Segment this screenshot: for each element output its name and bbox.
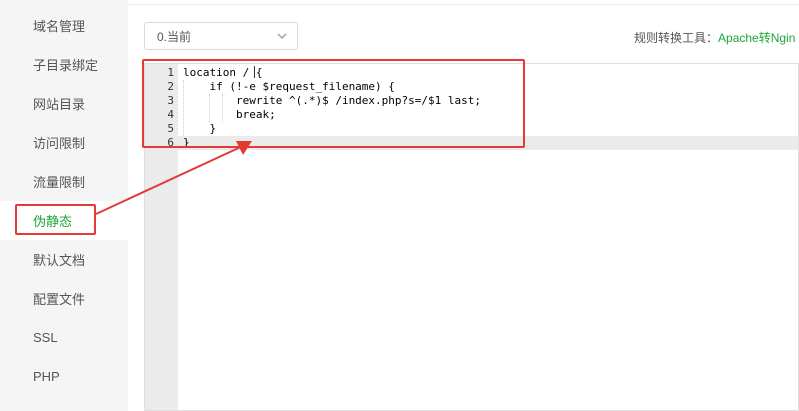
apache-to-nginx-link[interactable]: Apache转Ngin [718,31,795,45]
code-highlight-box [142,59,525,148]
divider [128,4,799,5]
sidebar-item-config-file[interactable]: 配置文件 [0,279,128,318]
sidebar-item-default-document[interactable]: 默认文档 [0,240,128,279]
sidebar-item-label: 流量限制 [33,175,86,190]
rule-converter-label: 规则转换工具： [634,31,719,45]
sidebar-item-label: 子目录绑定 [33,58,99,73]
sidebar-item-subdirectory-binding[interactable]: 子目录绑定 [0,45,128,84]
version-select[interactable]: 0.当前 [144,22,298,50]
sidebar-item-label: 配置文件 [33,292,86,307]
sidebar-item-label: SSL [33,330,58,345]
sidebar-item-ssl[interactable]: SSL [0,318,128,357]
sidebar-item-label: 默认文档 [33,253,86,268]
sidebar-item-domain-management[interactable]: 域名管理 [0,6,128,45]
chevron-down-icon [277,33,287,39]
version-select-value: 0.当前 [157,29,192,44]
menu-highlight-box [15,204,96,235]
sidebar-item-label: PHP [33,369,60,384]
sidebar-item-php[interactable]: PHP [0,357,128,396]
rule-converter: 规则转换工具：Apache转Ngin [634,29,795,46]
sidebar-item-site-directory[interactable]: 网站目录 [0,84,128,123]
sidebar-item-label: 访问限制 [33,136,86,151]
sidebar-item-access-restriction[interactable]: 访问限制 [0,123,128,162]
sidebar-item-traffic-limit[interactable]: 流量限制 [0,162,128,201]
sidebar-item-label: 网站目录 [33,97,86,112]
sidebar-item-label: 域名管理 [33,19,86,34]
